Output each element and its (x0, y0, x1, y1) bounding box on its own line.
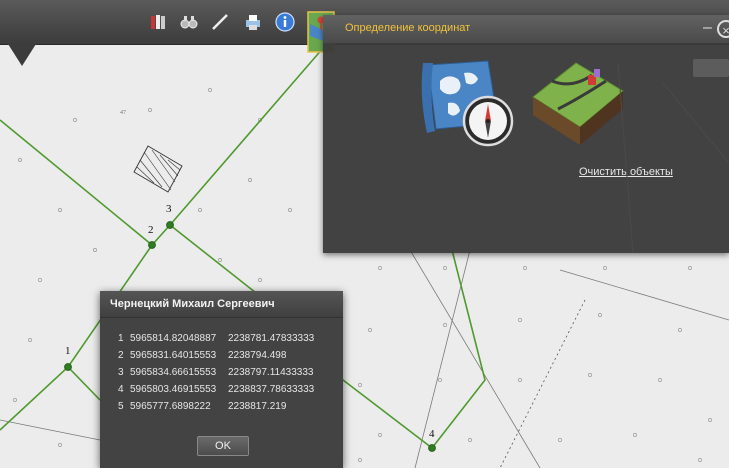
row-number: 4 (118, 384, 124, 395)
vertex-marker (148, 241, 156, 249)
vertex-marker (166, 221, 174, 229)
y-coordinate: 2238817.219 (228, 401, 287, 412)
vertex-marker (428, 444, 436, 452)
toolbar-corner (8, 44, 36, 66)
binoculars-icon[interactable] (179, 12, 199, 32)
dialog-title: Чернецкий Михаил Сергеевич (110, 298, 275, 310)
ruler-icon[interactable] (210, 12, 230, 32)
row-number: 2 (118, 350, 124, 361)
minimize-button[interactable]: – (703, 20, 715, 36)
point-label-2: 2 (148, 224, 154, 236)
panel-title: Определение координат (345, 22, 471, 34)
coordinates-panel: Определение координат – × Очистить объек… (323, 15, 729, 253)
point-label-1: 1 (65, 345, 71, 357)
info-icon[interactable] (275, 12, 295, 32)
y-coordinate: 2238837.78633333 (228, 384, 315, 395)
coordinate-row: 3 5965834.66615553 2238797.11433333 (118, 364, 314, 381)
y-coordinate: 2238794.498 (228, 350, 287, 361)
x-coordinate: 5965803.46915553 (130, 384, 217, 395)
coordinate-row: 2 5965831.64015553 2238794.498 (118, 347, 314, 364)
dialog-header: Чернецкий Михаил Сергеевич (100, 291, 343, 318)
row-number: 3 (118, 367, 124, 378)
coordinate-row: 5 5965777.6898222 2238817.219 (118, 398, 314, 415)
y-coordinate: 2238781.47833333 (228, 333, 315, 344)
coordinates-list: 1 5965814.82048887 2238781.47833333 2 59658… (118, 330, 314, 415)
coordinate-row: 4 5965803.46915553 2238837.78633333 (118, 381, 314, 398)
coordinates-dialog: Чернецкий Михаил Сергеевич 1 5965814.8204… (100, 291, 343, 468)
parcel-number-label: 47 (120, 110, 126, 116)
print-icon[interactable] (243, 12, 263, 32)
point-label-4: 4 (429, 428, 435, 440)
row-number: 1 (118, 333, 124, 344)
vertex-marker (64, 363, 72, 371)
ok-button[interactable]: OK (197, 436, 249, 456)
point-label-3: 3 (166, 203, 172, 215)
panel-header: Определение координат – × (323, 15, 729, 43)
row-number: 5 (118, 401, 124, 412)
x-coordinate: 5965814.82048887 (130, 333, 217, 344)
close-button[interactable]: × (717, 20, 729, 38)
x-coordinate: 5965834.66615553 (130, 367, 217, 378)
y-coordinate: 2238797.11433333 (228, 367, 314, 378)
coordinate-row: 1 5965814.82048887 2238781.47833333 (118, 330, 314, 347)
x-coordinate: 5965831.64015553 (130, 350, 217, 361)
layers-icon[interactable] (148, 12, 168, 32)
panel-faint-lines (617, 62, 729, 253)
x-coordinate: 5965777.6898222 (130, 401, 211, 412)
